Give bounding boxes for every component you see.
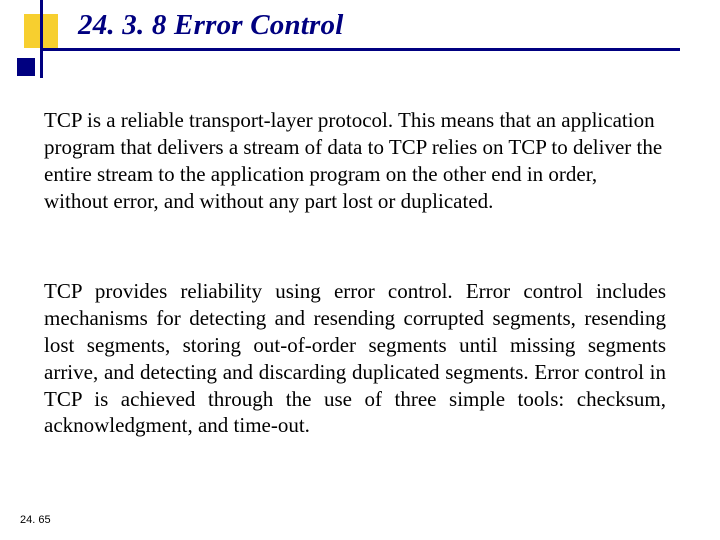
paragraph-1: TCP is a reliable transport-layer protoc…: [44, 107, 666, 215]
horizontal-rule: [40, 48, 680, 51]
page-number: 24. 65: [20, 514, 51, 526]
slide-heading: 24. 3. 8 Error Control: [78, 9, 343, 42]
paragraph-2: TCP provides reliability using error con…: [44, 278, 666, 439]
vertical-rule: [40, 0, 43, 78]
slide: 24. 3. 8 Error Control TCP is a reliable…: [0, 0, 720, 540]
accent-square-navy: [17, 58, 35, 76]
